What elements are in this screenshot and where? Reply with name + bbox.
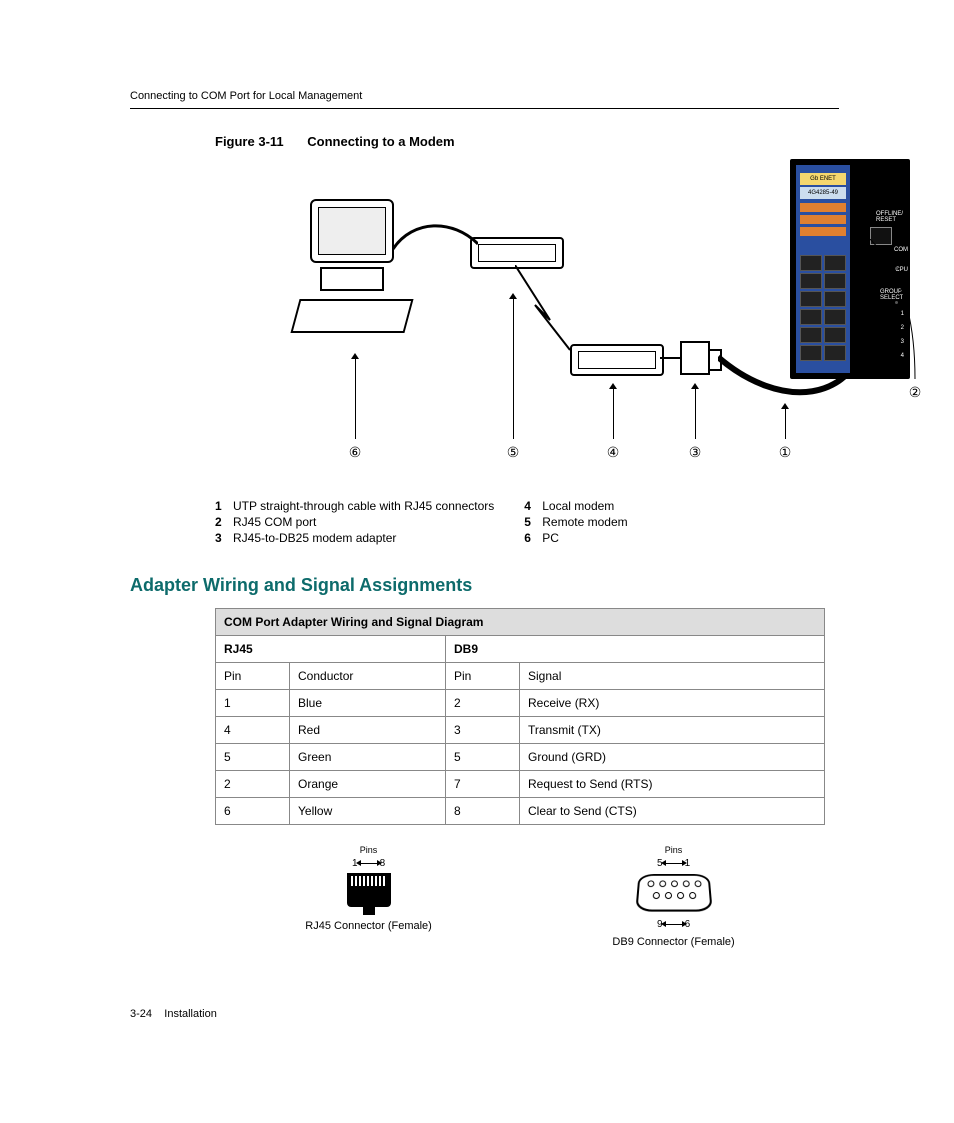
switch-label: Gb ENET [800,173,846,185]
cell: 8 [445,798,519,825]
keyboard-icon [290,299,413,333]
connector-diagrams: Pins 1 8 RJ45 Connector (Female) Pins 5 … [215,845,825,948]
cell: 2 [445,690,519,717]
cell: 5 [216,744,290,771]
table-title: COM Port Adapter Wiring and Signal Diagr… [216,609,825,636]
legend-num: 4 [524,499,542,513]
legend-text: UTP straight-through cable with RJ45 con… [233,499,494,513]
callout-arrow [613,389,614,439]
cell: Orange [290,771,446,798]
page-number: 3-24 [130,1008,152,1020]
cell: Receive (RX) [520,690,825,717]
page-header: Connecting to COM Port for Local Managem… [130,90,839,109]
cell: Transmit (TX) [520,717,825,744]
table-header-db9: DB9 [445,636,824,663]
callout-arrow [785,409,786,439]
col-header: Pin [445,663,519,690]
rj45-connector-diagram: Pins 1 8 RJ45 Connector (Female) [305,845,432,948]
offline-label: OFFLINE/ RESET [876,211,906,223]
cell: Red [290,717,446,744]
cell: 7 [445,771,519,798]
callout-arrow [355,359,356,439]
wiring-table: COM Port Adapter Wiring and Signal Diagr… [215,608,825,825]
table-row: 4 Red 3 Transmit (TX) [216,717,825,744]
cell: Green [290,744,446,771]
pins-label: Pins [305,845,432,855]
cell: Yellow [290,798,446,825]
callout-5: ⑤ [507,444,520,461]
figure-number: Figure 3-11 [215,134,284,149]
callout-3: ③ [689,444,702,461]
cell: 6 [216,798,290,825]
cell: 4 [216,717,290,744]
callout-arrow [695,389,696,439]
cell: 5 [445,744,519,771]
cell: Clear to Send (CTS) [520,798,825,825]
legend-num: 6 [524,531,542,545]
table-row: 6 Yellow 8 Clear to Send (CTS) [216,798,825,825]
page-footer: 3-24 Installation [130,1008,839,1020]
local-modem-icon [570,344,664,376]
figure-legend: 1UTP straight-through cable with RJ45 co… [215,499,839,547]
legend-num: 2 [215,515,233,529]
table-row: 2 Orange 7 Request to Send (RTS) [216,771,825,798]
table-row: 1 Blue 2 Receive (RX) [216,690,825,717]
callout-line [870,239,930,389]
callout-4: ④ [607,444,620,461]
figure-title: Connecting to a Modem [307,134,454,149]
phone-line-icon [515,265,625,355]
db9-connector-diagram: Pins 5 1 9 6 DB9 Connector (Female [612,845,734,948]
callout-6: ⑥ [349,444,362,461]
figure-caption: Figure 3-11 Connecting to a Modem [215,134,839,149]
cell: Request to Send (RTS) [520,771,825,798]
cell: Ground (GRD) [520,744,825,771]
table-header-rj45: RJ45 [216,636,446,663]
col-header: Pin [216,663,290,690]
cell: 3 [445,717,519,744]
legend-num: 1 [215,499,233,513]
legend-text: RJ45 COM port [233,515,316,529]
callout-arrow [513,299,514,439]
legend-text: Local modem [542,499,614,513]
connector-caption: RJ45 Connector (Female) [305,920,432,932]
callout-2: ② [909,384,922,401]
callout-1: ① [779,444,792,461]
rj45-connector-icon [347,873,391,907]
col-header: Conductor [290,663,446,690]
connector-caption: DB9 Connector (Female) [612,936,734,948]
section-heading: Adapter Wiring and Signal Assignments [130,575,839,596]
pc-monitor-icon [310,199,394,291]
cell: 2 [216,771,290,798]
cable-icon [393,219,478,269]
cell: Blue [290,690,446,717]
col-header: Signal [520,663,825,690]
legend-text: PC [542,531,559,545]
cell: 1 [216,690,290,717]
legend-num: 5 [524,515,542,529]
switch-model-label: 4G4285-49 [800,187,846,199]
cable-icon [660,357,680,359]
db9-connector-icon [635,874,712,912]
footer-section: Installation [164,1008,217,1020]
adapter-icon [680,341,710,375]
figure-diagram: Gb ENET 4G4285-49 OFFLINE/ RESET COM CPU… [215,159,839,489]
legend-num: 3 [215,531,233,545]
pins-label: Pins [612,845,734,855]
table-row: 5 Green 5 Ground (GRD) [216,744,825,771]
legend-text: Remote modem [542,515,627,529]
legend-text: RJ45-to-DB25 modem adapter [233,531,396,545]
